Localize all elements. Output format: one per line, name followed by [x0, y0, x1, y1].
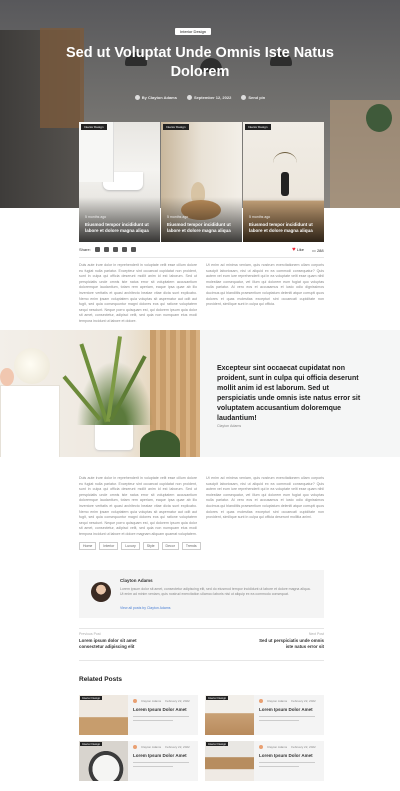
date-text: September 12, 2022 — [193, 95, 232, 100]
gallery-date: 5 months ago — [249, 215, 271, 219]
tag-link[interactable]: Trends — [181, 542, 201, 550]
like-count: Like — [296, 247, 305, 252]
related-posts-heading: Related Posts — [79, 676, 122, 683]
quote-author: Clayton Adams — [217, 424, 242, 428]
related-post-date: February 22, 2022 — [291, 745, 316, 749]
user-icon — [134, 95, 140, 100]
related-post-author: Clayton Adams — [267, 699, 288, 703]
related-post-card[interactable]: Interior Design Clayton Adams February 22… — [205, 695, 324, 735]
related-post-card[interactable]: Interior Design Clayton Adams February 22… — [205, 741, 324, 781]
related-post-date: February 22, 2022 — [165, 745, 190, 749]
author-name: By Clayton Adams — [141, 95, 177, 100]
tag-link[interactable]: Interior — [99, 542, 119, 550]
avatar — [133, 699, 137, 703]
hero-author[interactable]: By Clayton Adams — [134, 95, 177, 100]
avatar — [133, 745, 137, 749]
comment-icon: ▭ — [312, 247, 316, 253]
hero-meta: By Clayton Adams September 12, 2022 Send… — [100, 95, 300, 100]
avatar — [259, 699, 263, 703]
related-post-tag[interactable]: Interior Design — [80, 742, 103, 746]
comment-icon — [241, 95, 247, 100]
reactions: ♥ Like ▭ 288 — [292, 247, 324, 253]
gallery-tag[interactable]: Interior Design — [81, 124, 107, 130]
gallery-title[interactable]: Eiusmod tempor incididunt ut labore et d… — [249, 222, 321, 233]
related-post-image: Interior Design — [79, 695, 128, 735]
gallery-date: 5 months ago — [85, 215, 107, 219]
author-bio: Lorem ipsum dolor sit amet, consectetur … — [120, 587, 311, 596]
tag-link[interactable]: Style — [142, 542, 159, 550]
comment-count-button[interactable]: ▭ 288 — [312, 248, 324, 253]
related-post-image: Interior Design — [205, 695, 254, 735]
author-box-name[interactable]: Clayton Adams — [120, 578, 153, 583]
gallery-title[interactable]: Eiusmod tempor incididunt ut labore et d… — [167, 222, 239, 233]
tag-link[interactable]: Decor — [161, 542, 179, 550]
related-post-image: Interior Design — [205, 741, 254, 781]
pinterest-icon[interactable] — [130, 247, 136, 252]
hero-category-badge[interactable]: Interior Design — [175, 28, 212, 35]
avatar — [259, 745, 263, 749]
tag-link[interactable]: Luxury — [121, 542, 140, 550]
comments-text: Send pin — [248, 95, 266, 100]
gallery-date: 5 months ago — [167, 215, 189, 219]
author-posts-link[interactable]: View all posts by Clayton Adams — [120, 606, 171, 610]
divider — [79, 628, 324, 629]
related-post-card[interactable]: Interior Design Clayton Adams February 22… — [79, 695, 198, 735]
body-paragraph: Ut enim ad minima veniam, quis nostrum e… — [206, 263, 324, 307]
prev-post-label: Previous Post — [79, 632, 101, 636]
related-post-title[interactable]: Lorem Ipsum Dolor Amet — [259, 707, 313, 712]
hero-date: September 12, 2022 — [186, 95, 232, 100]
youtube-icon[interactable] — [121, 247, 127, 252]
gallery-tag[interactable]: Interior Design — [163, 124, 189, 130]
hero-plant — [366, 104, 392, 132]
gallery-card[interactable]: Interior Design 5 months ago Eiusmod tem… — [243, 122, 324, 242]
next-post-link[interactable]: Sed ut perspiciatis unde omnis iste natu… — [254, 638, 324, 650]
gallery-tag[interactable]: Interior Design — [245, 124, 271, 130]
related-post-author: Clayton Adams — [267, 745, 288, 749]
related-post-date: February 22, 2022 — [165, 699, 190, 703]
related-post-tag[interactable]: Interior Design — [80, 696, 103, 700]
related-post-title[interactable]: Lorem Ipsum Dolor Amet — [133, 707, 187, 712]
prev-post-link[interactable]: Lorem ipsum dolor sit amet consectetur a… — [79, 638, 149, 650]
related-post-author: Clayton Adams — [141, 745, 162, 749]
related-post-title[interactable]: Lorem Ipsum Dolor Amet — [259, 753, 313, 758]
related-post-card[interactable]: Interior Design Clayton Adams February 22… — [79, 741, 198, 781]
twitter-icon[interactable] — [103, 247, 109, 252]
body-paragraph: Ut enim ad minima veniam, quis nostrum e… — [206, 476, 324, 520]
gallery-title[interactable]: Eiusmod tempor incididunt ut labore et d… — [85, 222, 157, 233]
body-paragraph: Duis aute irure dolor in reprehenderit i… — [79, 476, 197, 536]
divider — [79, 257, 324, 258]
pull-quote: Excepteur sint occaecat cupidatat non pr… — [217, 365, 361, 422]
related-post-title[interactable]: Lorem Ipsum Dolor Amet — [133, 753, 187, 758]
featured-gallery: Interior Design 5 months ago Eiusmod tem… — [79, 122, 324, 242]
related-post-tag[interactable]: Interior Design — [206, 742, 229, 746]
share-bar: Share: — [79, 247, 136, 252]
related-post-tag[interactable]: Interior Design — [206, 696, 229, 700]
divider — [79, 660, 324, 661]
hero-comments[interactable]: Send pin — [241, 95, 265, 100]
share-label: Share: — [79, 247, 91, 252]
tag-link[interactable]: Home — [79, 542, 97, 550]
body-paragraph: Duis aute irure dolor in reprehenderit i… — [79, 263, 197, 323]
facebook-icon[interactable] — [112, 247, 118, 252]
post-tags: Home Interior Luxury Style Decor Trends — [79, 542, 201, 550]
gallery-card[interactable]: Interior Design 5 months ago Eiusmod tem… — [161, 122, 242, 242]
comment-count: 288 — [316, 247, 324, 253]
avatar[interactable] — [91, 582, 111, 602]
page-title: Sed ut Voluptat Unde Omnis Iste Natus Do… — [65, 45, 334, 80]
plant-image — [0, 330, 200, 457]
gallery-card[interactable]: Interior Design 5 months ago Eiusmod tem… — [79, 122, 160, 242]
related-post-image: Interior Design — [79, 741, 128, 781]
email-icon[interactable] — [94, 247, 100, 252]
related-post-author: Clayton Adams — [141, 699, 162, 703]
related-post-date: February 22, 2022 — [291, 699, 316, 703]
like-button[interactable]: ♥ Like — [292, 247, 304, 253]
calendar-icon — [186, 95, 192, 100]
next-post-label: Next Post — [308, 632, 324, 636]
heart-icon: ♥ — [292, 247, 296, 253]
